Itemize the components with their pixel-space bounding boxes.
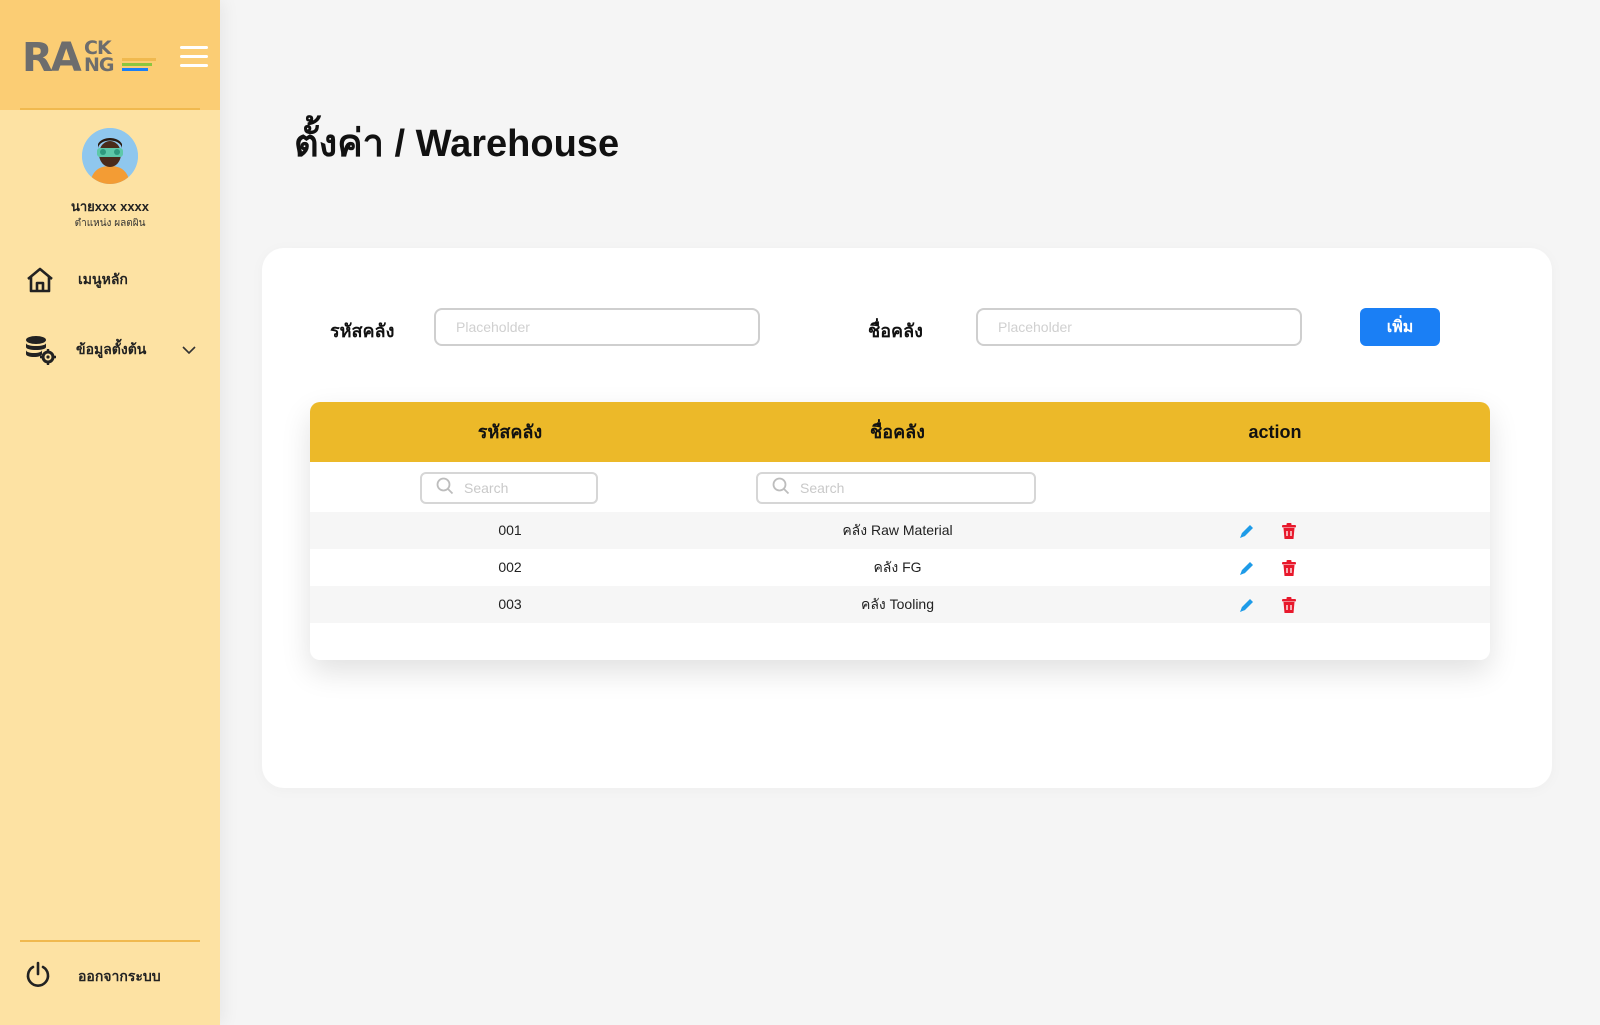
logo: RA CK NG	[22, 35, 156, 81]
nav-item-master-data[interactable]: ข้อมูลตั้งต้น	[24, 332, 204, 368]
cell-name: คลัง FG	[873, 559, 922, 575]
logo-main-text: RA	[22, 35, 82, 81]
chevron-down-icon[interactable]	[182, 341, 196, 359]
logo-bottom-text: NG	[84, 54, 114, 76]
warehouse-name-input[interactable]	[976, 308, 1302, 346]
sidebar-header: RA CK NG	[0, 0, 220, 110]
table-row: 001 คลัง Raw Material	[310, 512, 1490, 549]
search-icon	[772, 477, 790, 500]
column-header-name: ชื่อคลัง	[870, 422, 925, 442]
user-role: ตำแหน่ง ผลตผิน	[74, 218, 146, 229]
sidebar: RA CK NG นายxxx xxxx ตำแหน่ง ผลตผิน เมนู…	[0, 0, 220, 1025]
database-settings-icon	[24, 334, 56, 366]
column-header-code: รหัสคลัง	[477, 422, 543, 442]
logout-label: ออกจากระบบ	[78, 968, 161, 984]
add-button[interactable]: เพิ่ม	[1360, 308, 1440, 346]
table-row: 003 คลัง Tooling	[310, 586, 1490, 623]
hamburger-menu-icon[interactable]	[180, 46, 208, 68]
column-header-action: action	[1248, 422, 1302, 442]
logo-stripes	[122, 58, 164, 73]
warehouse-code-label: รหัสคลัง	[330, 321, 395, 341]
cell-name: คลัง Raw Material	[842, 522, 953, 538]
warehouse-table: รหัสคลัง ชื่อคลัง action 001 คลัง Raw Ma…	[310, 402, 1490, 660]
warehouse-code-input[interactable]	[434, 308, 760, 346]
trash-icon[interactable]	[1280, 559, 1298, 577]
nav-item-main-menu[interactable]: เมนูหลัก	[24, 262, 204, 298]
trash-icon[interactable]	[1280, 596, 1298, 614]
nav-label-master-data: ข้อมูลตั้งต้น	[76, 341, 147, 357]
edit-icon[interactable]	[1238, 559, 1256, 577]
warehouse-name-label: ชื่อคลัง	[868, 321, 923, 341]
edit-icon[interactable]	[1238, 522, 1256, 540]
avatar	[82, 128, 138, 184]
logout-button[interactable]: ออกจากระบบ	[24, 960, 204, 994]
edit-icon[interactable]	[1238, 596, 1256, 614]
cell-name: คลัง Tooling	[860, 596, 935, 612]
cell-code: 001	[498, 522, 522, 538]
name-search-input[interactable]	[800, 480, 1034, 496]
nav-label-main-menu: เมนูหลัก	[78, 271, 128, 287]
trash-icon[interactable]	[1280, 522, 1298, 540]
home-icon	[24, 264, 56, 296]
user-name: นายxxx xxxx	[70, 199, 150, 214]
sidebar-divider	[20, 940, 200, 942]
code-search-input[interactable]	[464, 480, 596, 496]
code-search-box[interactable]	[420, 472, 598, 504]
name-search-box[interactable]	[756, 472, 1036, 504]
table-row: 002 คลัง FG	[310, 549, 1490, 586]
page-title: ตั้งค่า / Warehouse	[294, 123, 620, 165]
cell-code: 003	[498, 596, 522, 612]
table-header: รหัสคลัง ชื่อคลัง action	[310, 402, 1490, 462]
power-icon	[24, 961, 52, 994]
search-icon	[436, 477, 454, 500]
cell-code: 002	[498, 559, 522, 575]
